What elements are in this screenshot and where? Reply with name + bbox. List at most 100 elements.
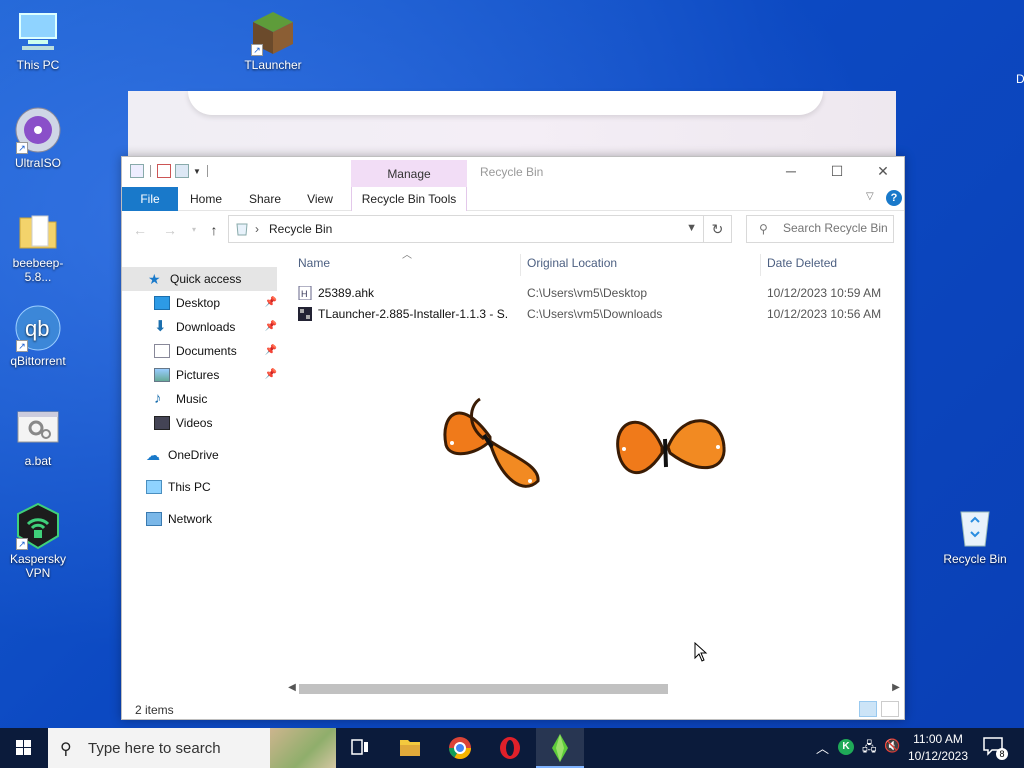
pin-icon[interactable]: 📌	[265, 339, 277, 363]
pin-icon[interactable]: 📌	[265, 291, 277, 315]
expand-ribbon-icon[interactable]: ▽	[866, 191, 874, 202]
sidebar-item-quick-access[interactable]: ★ Quick access	[122, 267, 277, 291]
desktop-folder-icon	[154, 296, 170, 310]
search-input[interactable]	[783, 221, 891, 235]
sidebar-item-documents[interactable]: Documents 📌	[122, 339, 277, 363]
table-row[interactable]: H 25389.ahk C:\Users\vm5\Desktop 10/12/2…	[298, 283, 898, 303]
sidebar-item-label: Downloads	[176, 320, 236, 334]
desktop-icon-qbittorrent[interactable]: qb ↗ qBittorrent	[0, 304, 76, 368]
file-date-deleted: 10/12/2023 10:56 AM	[767, 307, 882, 321]
recycle-bin-small-icon[interactable]	[130, 164, 144, 178]
taskbar-chrome[interactable]	[436, 728, 484, 768]
column-header-date-deleted[interactable]: Date Deleted	[767, 256, 837, 270]
close-button[interactable]: ✕	[860, 157, 906, 187]
tab-recycle-bin-tools[interactable]: Recycle Bin Tools	[351, 187, 467, 211]
search-highlight-image[interactable]	[270, 728, 336, 768]
up-arrow-icon[interactable]: ↑	[204, 220, 224, 240]
desktop-icon-label: UltraISO	[14, 156, 61, 170]
title-bar[interactable]: ▼ Manage Recycle Bin ─ ☐ ✕	[122, 157, 906, 188]
start-button[interactable]	[0, 728, 48, 768]
network-tray-icon[interactable]: 🖧	[862, 738, 877, 760]
address-bar[interactable]: › Recycle Bin ▼ ↻	[228, 215, 732, 243]
scroll-right-icon[interactable]: ▶	[889, 681, 903, 695]
pin-icon[interactable]: 📌	[265, 315, 277, 339]
address-history-dropdown-icon[interactable]: ▼	[686, 222, 697, 234]
tab-view[interactable]: View	[294, 187, 346, 211]
desktop-icon-kaspersky-vpn[interactable]: ↗ Kaspersky VPN	[0, 502, 76, 580]
kaspersky-tray-icon[interactable]: K	[838, 739, 854, 755]
search-box[interactable]: ⚲	[746, 215, 894, 243]
system-clock[interactable]: 11:00 AM 10/12/2023	[905, 731, 971, 765]
sidebar-item-desktop[interactable]: Desktop 📌	[122, 291, 277, 315]
desktop-icon-label: qBittorrent	[10, 354, 66, 368]
minimize-button[interactable]: ─	[768, 157, 814, 187]
sidebar-item-pictures[interactable]: Pictures 📌	[122, 363, 277, 387]
customize-toolbar-dropdown-icon[interactable]: ▼	[193, 167, 201, 176]
sidebar-item-onedrive[interactable]: ☁ OneDrive	[122, 443, 277, 467]
manage-tab-group-label[interactable]: Manage	[351, 160, 467, 188]
scrollbar-thumb[interactable]	[299, 684, 668, 694]
recent-locations-dropdown-icon[interactable]: ▾	[184, 220, 204, 240]
sidebar-item-network[interactable]: Network	[122, 507, 277, 531]
desktop-icon-this-pc[interactable]: This PC	[0, 8, 76, 72]
svg-text:qb: qb	[25, 316, 49, 341]
help-icon[interactable]: ?	[886, 190, 902, 206]
pin-icon[interactable]: 📌	[265, 363, 277, 387]
sort-ascending-icon: ︿	[402, 250, 412, 261]
tab-home[interactable]: Home	[180, 187, 232, 211]
show-hidden-icons-chevron-icon[interactable]: ︿	[816, 738, 829, 757]
sidebar-item-label: Documents	[176, 344, 237, 358]
volume-muted-icon[interactable]: 🔇	[884, 738, 900, 754]
forward-arrow-icon[interactable]: →	[160, 220, 180, 240]
sidebar-item-downloads[interactable]: ⬇ Downloads 📌	[122, 315, 277, 339]
sidebar-item-this-pc[interactable]: This PC	[122, 475, 277, 499]
refresh-icon[interactable]: ↻	[703, 216, 731, 242]
taskbar: ⚲ Type here to search ︿ K 🖧 🔇 11:00 AM 1…	[0, 728, 1024, 768]
horizontal-scrollbar[interactable]: ◀ ▶	[285, 680, 905, 697]
sidebar-item-music[interactable]: ♪ Music	[122, 387, 277, 411]
sidebar-item-videos[interactable]: Videos	[122, 411, 277, 435]
notification-count-badge: 8	[996, 748, 1008, 760]
sidebar-item-label: Pictures	[176, 368, 220, 382]
qbittorrent-icon: qb ↗	[14, 304, 62, 352]
properties-icon[interactable]	[157, 164, 171, 178]
table-row[interactable]: TLauncher-2.885-Installer-1.1.3 - S... C…	[298, 304, 898, 324]
sidebar-item-label: OneDrive	[168, 448, 219, 462]
scroll-left-icon[interactable]: ◀	[285, 681, 299, 695]
file-explorer-window[interactable]: ▼ Manage Recycle Bin ─ ☐ ✕ File Home Sha…	[121, 156, 905, 720]
large-icons-view-icon[interactable]	[881, 701, 899, 717]
notification-center-button[interactable]: 8	[982, 736, 1008, 760]
quick-access-toolbar: ▼	[130, 164, 210, 178]
desktop-icon-recycle-bin[interactable]: Recycle Bin	[937, 502, 1013, 566]
column-header-name[interactable]: Name	[298, 256, 330, 270]
desktop-icon-label: TLauncher	[244, 58, 302, 72]
tab-file[interactable]: File	[122, 187, 178, 211]
taskbar-file-explorer[interactable]	[386, 728, 434, 768]
maximize-button[interactable]: ☐	[814, 157, 860, 187]
taskbar-active-app[interactable]	[536, 728, 584, 768]
desktop-icon-a-bat[interactable]: a.bat	[0, 404, 76, 468]
desktop-icon-beebeep[interactable]: beebeep-5.8...	[0, 206, 76, 284]
sidebar-item-label: Network	[168, 512, 213, 526]
tab-share[interactable]: Share	[238, 187, 292, 211]
column-header-original-location[interactable]: Original Location	[527, 256, 617, 270]
batch-file-icon	[14, 404, 62, 452]
taskbar-opera[interactable]	[486, 728, 534, 768]
breadcrumb-chevron-icon[interactable]: ›	[255, 222, 259, 236]
breadcrumb[interactable]: Recycle Bin	[269, 222, 332, 236]
file-name: TLauncher-2.885-Installer-1.1.3 - S...	[318, 307, 508, 321]
new-folder-icon[interactable]	[175, 164, 189, 178]
desktop-icon-tlauncher[interactable]: ↗ TLauncher	[235, 8, 311, 72]
item-count: 2 items	[135, 703, 174, 717]
search-icon: ⚲	[60, 741, 72, 758]
taskbar-search-box[interactable]: ⚲ Type here to search	[48, 728, 336, 768]
sidebar-item-label: Videos	[176, 416, 213, 430]
task-view-button[interactable]	[336, 728, 384, 768]
background-window[interactable]	[128, 91, 896, 161]
desktop-icon-ultraiso[interactable]: ↗ UltraISO	[0, 106, 76, 170]
navigation-bar: ← → ▾ ↑ › Recycle Bin ▼ ↻ ⚲	[122, 214, 904, 246]
pictures-icon	[154, 368, 170, 382]
back-arrow-icon[interactable]: ←	[130, 220, 150, 240]
kaspersky-vpn-icon: ↗	[14, 502, 62, 550]
details-view-icon[interactable]	[859, 701, 877, 717]
